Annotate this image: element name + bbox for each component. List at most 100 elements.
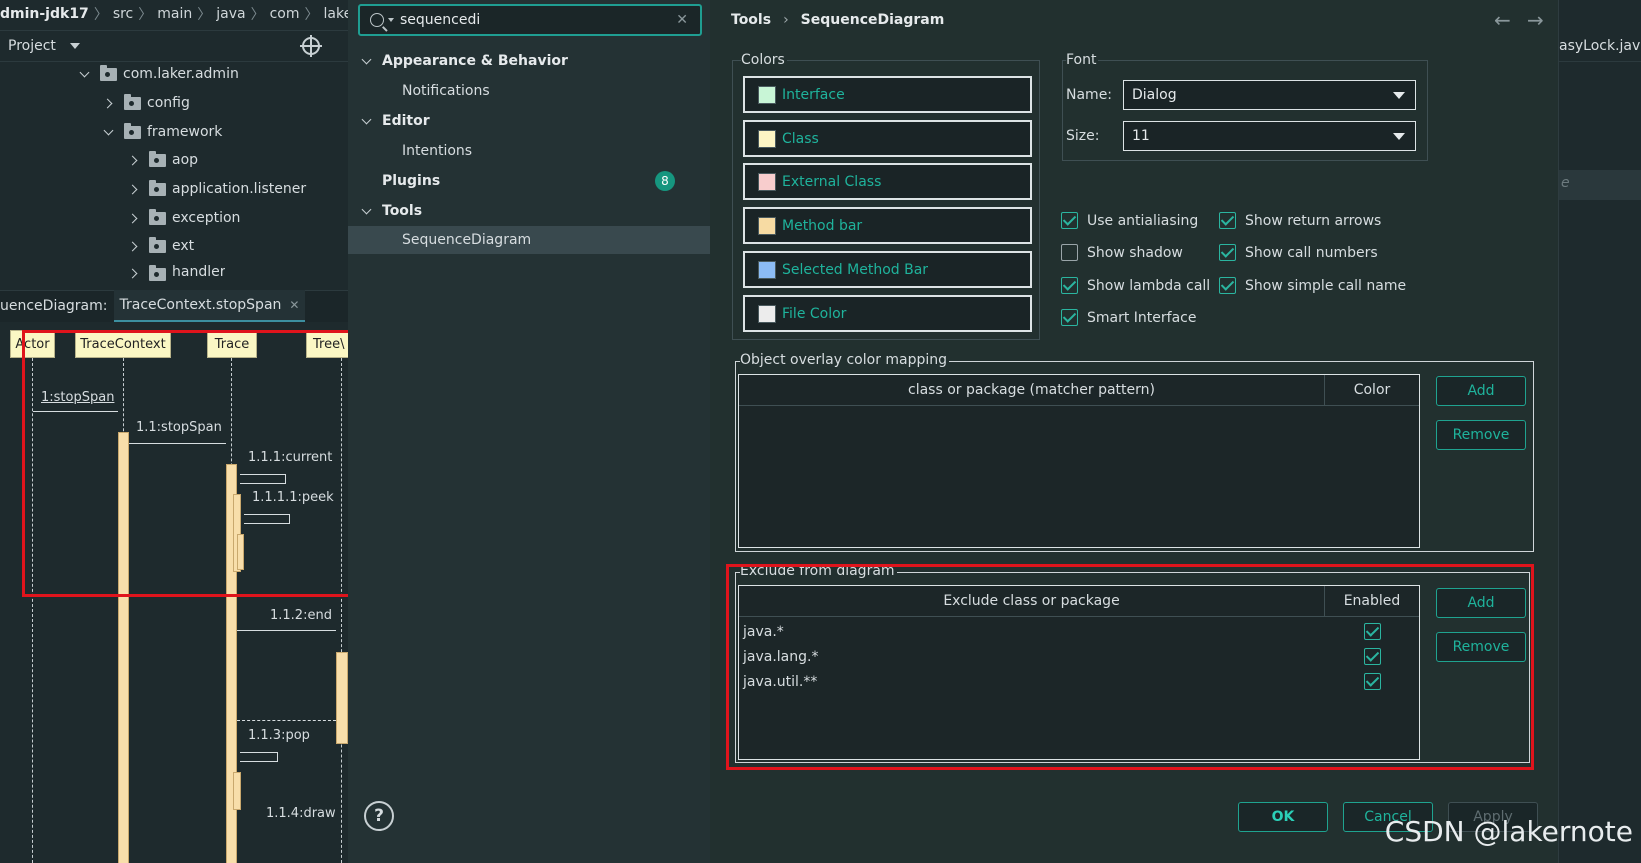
breadcrumb-item[interactable]: com xyxy=(270,6,300,22)
tree-item[interactable]: ext xyxy=(129,231,194,261)
chevron-right-icon[interactable] xyxy=(129,184,139,194)
activation-bar[interactable] xyxy=(233,772,241,810)
show-simple-call-name-checkbox[interactable]: Show simple call name xyxy=(1219,277,1406,294)
breadcrumb-item[interactable]: laker xyxy=(324,6,349,22)
smart-interface-checkbox[interactable]: Smart Interface xyxy=(1061,309,1196,326)
color-method-bar-button[interactable]: Method bar xyxy=(743,207,1032,244)
tree-item[interactable]: aop xyxy=(129,145,198,175)
back-arrow-icon[interactable]: ← xyxy=(1494,8,1511,32)
chevron-right-icon[interactable] xyxy=(129,268,139,278)
checkbox-icon[interactable] xyxy=(1219,244,1236,261)
chevron-down-icon[interactable] xyxy=(104,127,114,137)
message-label[interactable]: 1.1.2:end xyxy=(270,608,332,623)
nav-item-appearance-behavior[interactable]: Appearance & Behavior xyxy=(362,48,702,74)
color-label: Interface xyxy=(782,86,845,103)
chevron-down-icon[interactable] xyxy=(362,116,372,126)
chevron-down-icon[interactable] xyxy=(388,18,394,22)
search-icon xyxy=(370,13,384,27)
column-header-pattern[interactable]: class or package (matcher pattern) xyxy=(739,375,1325,405)
color-swatch xyxy=(758,216,776,235)
color-external-class-button[interactable]: External Class xyxy=(743,163,1032,200)
help-button[interactable]: ? xyxy=(364,801,394,831)
tree-item[interactable]: framework xyxy=(104,117,222,147)
package-folder-icon xyxy=(100,64,117,81)
color-label: Selected Method Bar xyxy=(782,261,929,278)
return-arrow xyxy=(237,720,336,721)
editor-tab[interactable]: uenceDiagram: xyxy=(0,290,114,322)
breadcrumb-item[interactable]: main xyxy=(157,6,192,22)
chevron-right-icon[interactable] xyxy=(104,98,114,108)
overlay-add-button[interactable]: Add xyxy=(1436,376,1526,406)
chevron-down-icon[interactable] xyxy=(362,56,372,66)
close-icon[interactable]: ✕ xyxy=(289,298,299,312)
checkbox-icon[interactable] xyxy=(1219,212,1236,229)
column-header-color[interactable]: Color xyxy=(1325,375,1419,405)
nav-item-label: Editor xyxy=(382,113,430,129)
nav-item-notifications[interactable]: Notifications xyxy=(402,78,702,104)
table-header: class or package (matcher pattern) Color xyxy=(739,375,1419,406)
nav-item-sequencediagram[interactable]: SequenceDiagram xyxy=(348,226,710,254)
activation-bar[interactable] xyxy=(336,652,348,744)
checkbox-icon[interactable] xyxy=(1061,309,1078,326)
chevron-down-icon[interactable] xyxy=(80,69,90,79)
self-call-arrow xyxy=(240,752,278,762)
checkbox-icon[interactable] xyxy=(1061,277,1078,294)
nav-item-editor[interactable]: Editor xyxy=(362,108,702,134)
tree-item-label: ext xyxy=(172,238,195,254)
breadcrumb: dmin-jdk17 〉 src 〉 main 〉 java 〉 com 〉 l… xyxy=(0,0,348,28)
checkbox-icon[interactable] xyxy=(1061,244,1078,261)
message-label[interactable]: 1.1.4:draw xyxy=(266,806,336,821)
project-label[interactable]: Project xyxy=(8,38,56,54)
nav-item-intentions[interactable]: Intentions xyxy=(402,138,702,164)
locate-target-icon[interactable] xyxy=(300,35,322,57)
tree-item[interactable]: com.laker.admin xyxy=(80,59,239,89)
nav-item-label: Plugins xyxy=(382,173,441,189)
color-interface-button[interactable]: Interface xyxy=(743,76,1032,113)
chevron-right-icon[interactable] xyxy=(129,155,139,165)
breadcrumb-item[interactable]: src xyxy=(113,6,133,22)
package-folder-icon xyxy=(149,208,166,225)
chevron-down-icon[interactable] xyxy=(362,206,372,216)
breadcrumb-tools[interactable]: Tools xyxy=(731,12,771,28)
chevron-right-icon[interactable] xyxy=(129,213,139,223)
option-label: Show call numbers xyxy=(1245,244,1378,261)
plugins-update-badge: 8 xyxy=(655,171,675,191)
color-swatch xyxy=(758,129,776,148)
chevron-right-icon[interactable] xyxy=(129,241,139,251)
checkbox-icon[interactable] xyxy=(1219,277,1236,294)
tree-item[interactable]: handler xyxy=(129,262,225,282)
editor-tab[interactable]: asyLock.java xyxy=(1559,30,1641,62)
tree-item[interactable]: config xyxy=(104,88,190,118)
color-file-color-button[interactable]: File Color xyxy=(743,295,1032,332)
editor-tab-active[interactable]: TraceContext.stopSpan ✕ xyxy=(113,290,306,322)
nav-item-plugins[interactable]: Plugins xyxy=(382,168,702,194)
nav-item-label: Notifications xyxy=(402,83,490,99)
forward-arrow-icon[interactable]: → xyxy=(1527,8,1544,32)
tree-item[interactable]: exception xyxy=(129,203,240,233)
search-input[interactable] xyxy=(400,12,670,28)
nav-item-tools[interactable]: Tools xyxy=(362,198,702,224)
tree-item-label: exception xyxy=(172,210,241,226)
color-class-button[interactable]: Class xyxy=(743,120,1032,157)
overlay-table[interactable]: class or package (matcher pattern) Color xyxy=(738,374,1420,548)
show-return-arrows-checkbox[interactable]: Show return arrows xyxy=(1219,212,1381,229)
font-name-select[interactable]: Dialog xyxy=(1123,80,1416,110)
tree-item-label: application.listener xyxy=(172,181,307,197)
tree-item-label: handler xyxy=(172,264,226,280)
clear-icon[interactable]: ✕ xyxy=(676,12,688,28)
tree-item[interactable]: application.listener xyxy=(129,174,306,204)
show-lambda-call-checkbox[interactable]: Show lambda call xyxy=(1061,277,1210,294)
settings-search[interactable]: ✕ xyxy=(358,4,702,36)
use-antialiasing-checkbox[interactable]: Use antialiasing xyxy=(1061,212,1198,229)
breadcrumb-item[interactable]: java xyxy=(216,6,245,22)
show-shadow-checkbox[interactable]: Show shadow xyxy=(1061,244,1183,261)
font-size-select[interactable]: 11 xyxy=(1123,121,1416,151)
show-call-numbers-checkbox[interactable]: Show call numbers xyxy=(1219,244,1378,261)
checkbox-icon[interactable] xyxy=(1061,212,1078,229)
message-label[interactable]: 1.1.3:pop xyxy=(248,728,310,743)
chevron-down-icon[interactable] xyxy=(69,43,80,49)
breadcrumb-item[interactable]: dmin-jdk17 xyxy=(0,6,89,22)
ok-button[interactable]: OK xyxy=(1238,802,1328,832)
color-selected-method-bar-button[interactable]: Selected Method Bar xyxy=(743,251,1032,288)
overlay-remove-button[interactable]: Remove xyxy=(1436,420,1526,450)
